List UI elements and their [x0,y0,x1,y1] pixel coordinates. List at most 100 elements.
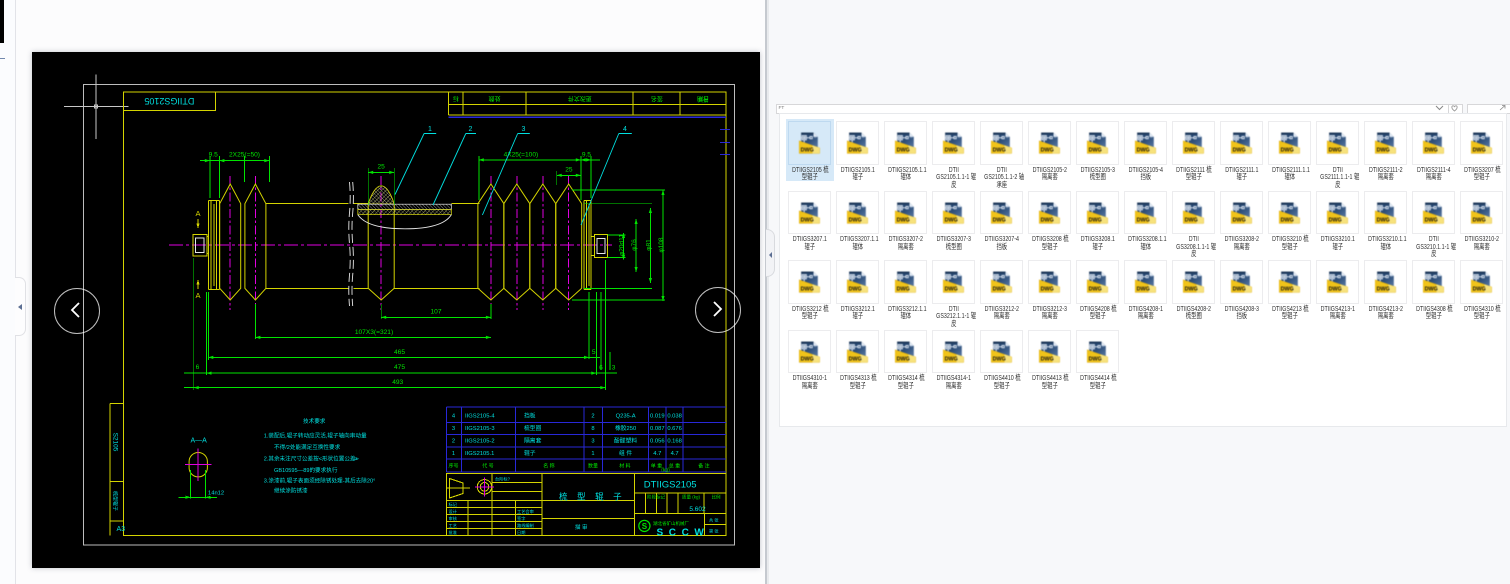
svg-text:DWG: DWG [1329,148,1342,154]
svg-text:0.676: 0.676 [667,426,682,432]
svg-text:6: 6 [599,365,603,372]
svg-text:DWG: DWG [993,356,1006,362]
svg-text:14n12: 14n12 [208,491,224,497]
svg-text:DWG: DWG [1137,287,1150,293]
svg-text:DWG: DWG [1089,217,1102,223]
svg-text:梳型圈: 梳型圈 [524,424,542,432]
svg-text:3.涂漆前,辊子表面须经除锈处理-其后去除20°: 3.涂漆前,辊子表面须经除锈处理-其后去除20° [264,477,376,485]
svg-text:Q235-A: Q235-A [616,414,636,420]
svg-text:DTIIGS2105: DTIIGS2105 [144,96,194,106]
svg-text:数量: 数量 [588,463,598,470]
svg-text:签字: 签字 [517,515,525,521]
svg-text:107X3(=321): 107X3(=321) [355,329,393,336]
svg-text:107: 107 [430,309,441,316]
svg-text:DWG: DWG [993,148,1006,154]
svg-text:DWG: DWG [897,356,910,362]
svg-text:梳 型 辊 子: 梳 型 辊 子 [559,492,625,502]
svg-text:5: 5 [592,349,596,356]
svg-text:0.087: 0.087 [650,426,665,432]
svg-text:9.5: 9.5 [582,151,591,158]
svg-text:DWG: DWG [849,356,862,362]
svg-text:DWG: DWG [993,287,1006,293]
svg-text:DWG: DWG [1089,148,1102,154]
svg-text:1.装配后,辊子转动应灵活,辊子轴向串动量: 1.装配后,辊子转动应灵活,辊子轴向串动量 [264,432,367,440]
svg-text:DWG: DWG [993,217,1006,223]
svg-text:25: 25 [565,167,573,174]
svg-text:DWG: DWG [945,217,958,223]
svg-text:IIGS2105.1: IIGS2105.1 [465,451,494,457]
svg-text:φ108: φ108 [658,237,665,252]
svg-text:梳型辊子: 梳型辊子 [112,491,119,511]
svg-text:2.其余未注尺寸公差按<形状位置公差>: 2.其余未注尺寸公差按<形状位置公差> [264,455,359,463]
svg-text:DWG: DWG [945,287,958,293]
svg-text:处数: 处数 [488,95,500,103]
svg-text:DWG: DWG [1185,287,1198,293]
svg-text:DWG: DWG [1329,217,1342,223]
svg-text:DWG: DWG [1041,356,1054,362]
svg-text:25: 25 [378,163,386,170]
svg-text:5.602: 5.602 [689,506,706,513]
svg-text:DWG: DWG [897,287,910,293]
svg-text:DWG: DWG [1185,148,1198,154]
svg-text:DWG: DWG [1137,217,1150,223]
svg-text:IIGS2105-3: IIGS2105-3 [465,426,495,432]
svg-text:(kg): (kg) [661,467,670,473]
svg-text:审核: 审核 [449,515,458,522]
svg-text:共 张: 共 张 [709,517,719,524]
svg-text:DWG: DWG [1233,148,1246,154]
svg-text:DWG: DWG [1281,148,1294,154]
svg-text:标: 标 [453,95,459,103]
svg-text:挡板: 挡板 [524,412,536,420]
svg-text:DWG: DWG [897,148,910,154]
svg-text:工艺: 工艺 [449,523,457,528]
svg-text:2X25(=50): 2X25(=50) [229,152,260,159]
svg-text:1: 1 [428,126,432,133]
svg-text:酚醛塑料: 酚醛塑料 [614,437,637,445]
svg-text:A3: A3 [117,526,126,533]
svg-text:2: 2 [469,126,473,133]
svg-text:0.056: 0.056 [650,439,665,445]
svg-text:标记: 标记 [449,501,458,508]
svg-text:DWG: DWG [1473,148,1486,154]
svg-text:A: A [195,209,200,218]
svg-text:4.7: 4.7 [653,451,661,457]
svg-text:DWG: DWG [1089,356,1102,362]
svg-text:隔离套: 隔离套 [524,437,542,445]
svg-text:475: 475 [394,364,405,371]
svg-text:DTIIGS2105: DTIIGS2105 [644,479,697,490]
svg-text:工艺会审: 工艺会审 [517,508,534,515]
svg-text:A—A: A—A [191,438,208,445]
svg-text:比例: 比例 [712,494,721,501]
svg-text:0.168: 0.168 [667,439,682,445]
svg-text:0.038: 0.038 [667,414,682,420]
svg-text:备 注: 备 注 [698,463,709,470]
svg-text:名 称: 名 称 [543,463,554,470]
svg-text:9.5: 9.5 [209,152,218,159]
svg-text:继续涂防锈漆: 继续涂防锈漆 [274,487,308,495]
svg-text:材 料: 材 料 [619,463,630,470]
svg-text:DWG: DWG [1281,287,1294,293]
svg-text:DWG: DWG [801,356,814,362]
svg-text:橡胶250: 橡胶250 [615,424,636,432]
svg-text:DWG: DWG [1377,217,1390,223]
svg-text:DWG: DWG [1425,217,1438,223]
svg-text:IIGS2105-4: IIGS2105-4 [465,414,495,420]
svg-text:3: 3 [522,126,526,133]
svg-text:DWG: DWG [1137,148,1150,154]
svg-text:DWG: DWG [1425,287,1438,293]
svg-text:阶段标记: 阶段标记 [647,494,665,501]
svg-text:第 张: 第 张 [709,528,719,535]
svg-text:1: 1 [591,451,594,457]
svg-text:DWG: DWG [1233,217,1246,223]
svg-text:DWG: DWG [945,356,958,362]
svg-text:DWG: DWG [897,217,910,223]
svg-text:设计: 设计 [449,508,457,515]
svg-text:DWG: DWG [1041,287,1054,293]
svg-text:493: 493 [392,379,403,386]
svg-text:DWG: DWG [1425,148,1438,154]
svg-text:更改文件: 更改文件 [568,95,592,103]
svg-text:总 重: 总 重 [669,463,680,470]
svg-text:DWG: DWG [849,217,862,223]
svg-text:0.019: 0.019 [650,414,665,420]
svg-text:DWG: DWG [1041,148,1054,154]
